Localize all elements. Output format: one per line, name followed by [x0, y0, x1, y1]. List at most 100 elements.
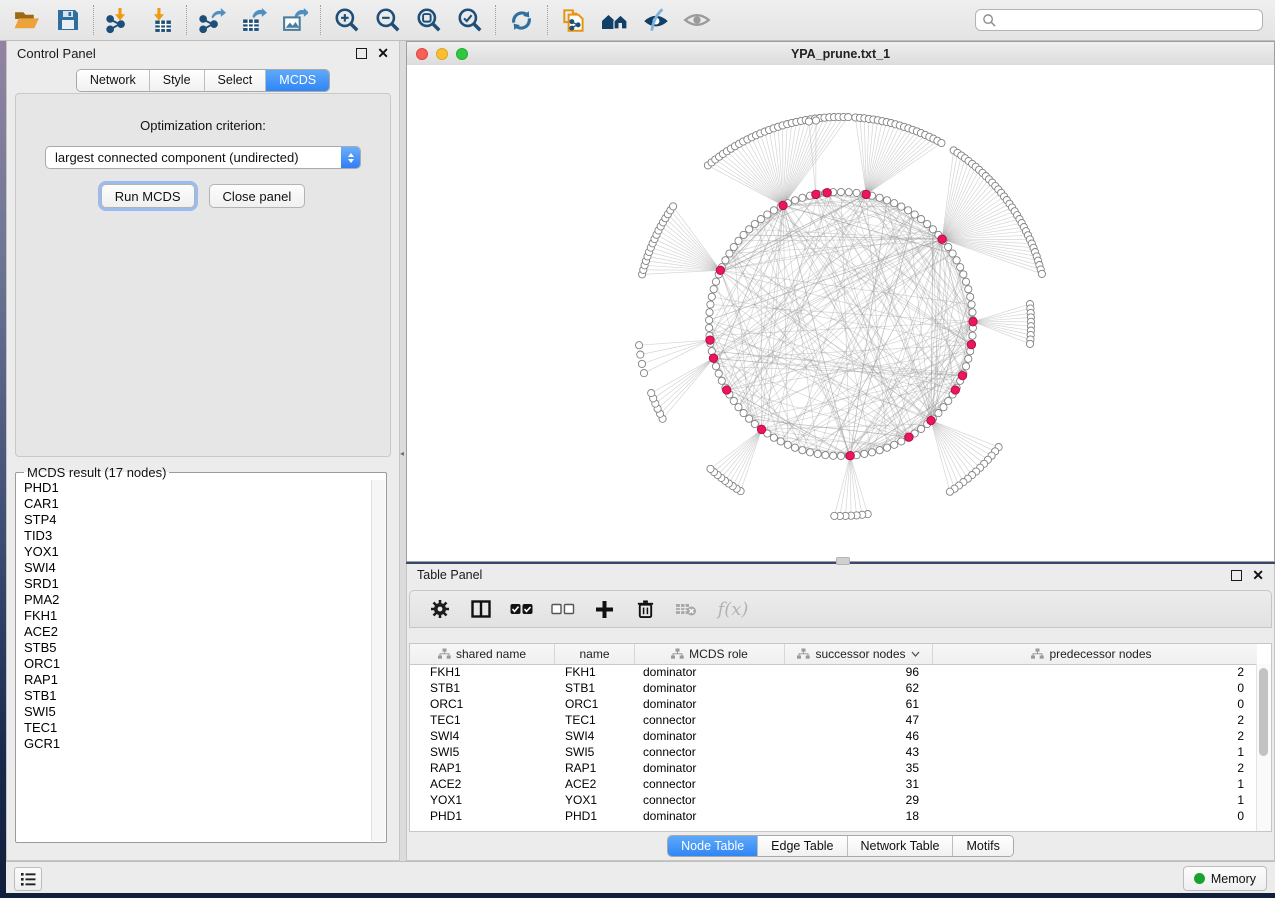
result-node-item[interactable]: STP4: [17, 512, 372, 528]
network-node[interactable]: [791, 444, 798, 451]
result-node-item[interactable]: SWI5: [17, 704, 372, 720]
network-node[interactable]: [891, 441, 898, 448]
table-row[interactable]: RAP1RAP1dominator352: [410, 760, 1257, 776]
select-all-columns-button[interactable]: [510, 597, 534, 621]
table-row[interactable]: ACE2ACE2connector311: [410, 776, 1257, 792]
result-node-item[interactable]: SWI4: [17, 560, 372, 576]
network-node[interactable]: [969, 309, 976, 316]
network-node[interactable]: [830, 452, 837, 459]
close-panel-button[interactable]: Close panel: [209, 184, 306, 208]
network-leaf-node[interactable]: [805, 118, 812, 125]
network-node[interactable]: [706, 324, 713, 331]
network-hub-node[interactable]: [716, 266, 724, 274]
network-hub-node[interactable]: [823, 189, 831, 197]
network-leaf-node[interactable]: [1026, 340, 1033, 347]
create-column-button[interactable]: [592, 597, 616, 621]
network-hub-node[interactable]: [779, 201, 787, 209]
network-leaf-node[interactable]: [1038, 270, 1045, 277]
network-node[interactable]: [949, 250, 956, 257]
network-graph[interactable]: [407, 65, 1274, 559]
network-hub-node[interactable]: [951, 386, 959, 394]
network-node[interactable]: [814, 450, 821, 457]
network-node[interactable]: [911, 211, 918, 218]
network-node[interactable]: [708, 293, 715, 300]
network-node[interactable]: [935, 410, 942, 417]
table-row[interactable]: PHD1PHD1dominator180: [410, 808, 1257, 824]
zoom-out-button[interactable]: [367, 3, 408, 37]
import-table-button[interactable]: [140, 3, 181, 37]
network-leaf-node[interactable]: [812, 117, 819, 124]
zoom-fit-button[interactable]: [408, 3, 449, 37]
network-node[interactable]: [715, 370, 722, 377]
network-node[interactable]: [735, 404, 742, 411]
network-hub-node[interactable]: [969, 318, 977, 326]
task-history-button[interactable]: [14, 867, 42, 891]
network-node[interactable]: [960, 271, 967, 278]
network-node[interactable]: [707, 301, 714, 308]
network-node[interactable]: [891, 200, 898, 207]
zoom-selected-button[interactable]: [449, 3, 490, 37]
table-settings-button[interactable]: [428, 597, 452, 621]
network-node[interactable]: [965, 355, 972, 362]
tab-select[interactable]: Select: [204, 70, 266, 91]
network-node[interactable]: [868, 449, 875, 456]
network-node[interactable]: [784, 441, 791, 448]
network-node[interactable]: [924, 220, 931, 227]
deselect-all-columns-button[interactable]: [551, 597, 575, 621]
network-node[interactable]: [965, 286, 972, 293]
network-node[interactable]: [740, 410, 747, 417]
network-node[interactable]: [730, 243, 737, 250]
table-scrollbar-thumb[interactable]: [1259, 668, 1268, 756]
search-input[interactable]: [997, 12, 1262, 28]
show-all-button[interactable]: [676, 3, 717, 37]
network-node[interactable]: [853, 189, 860, 196]
network-leaf-node[interactable]: [638, 360, 645, 367]
close-table-panel-icon[interactable]: ✕: [1252, 570, 1264, 581]
result-node-item[interactable]: STB1: [17, 688, 372, 704]
network-node[interactable]: [898, 203, 905, 210]
horizontal-splitter-handle[interactable]: [836, 557, 850, 565]
network-node[interactable]: [861, 450, 868, 457]
result-node-item[interactable]: FKH1: [17, 608, 372, 624]
network-leaf-node[interactable]: [938, 139, 945, 146]
network-node[interactable]: [710, 286, 717, 293]
column-header-shared-name[interactable]: shared name: [410, 644, 555, 664]
network-node[interactable]: [968, 301, 975, 308]
network-node[interactable]: [918, 216, 925, 223]
tab-mcds[interactable]: MCDS: [265, 70, 329, 91]
hide-selected-button[interactable]: [635, 3, 676, 37]
network-node[interactable]: [712, 363, 719, 370]
table-row[interactable]: ORC1ORC1dominator610: [410, 696, 1257, 712]
function-builder-button[interactable]: f(x): [715, 597, 751, 621]
export-image-button[interactable]: [274, 3, 315, 37]
network-leaf-node[interactable]: [946, 488, 953, 495]
network-node[interactable]: [757, 216, 764, 223]
tab-style[interactable]: Style: [149, 70, 204, 91]
column-header-successor-nodes[interactable]: successor nodes: [785, 644, 933, 664]
network-leaf-node[interactable]: [637, 351, 644, 358]
show-column-panel-button[interactable]: [469, 597, 493, 621]
network-leaf-node[interactable]: [670, 203, 677, 210]
network-node[interactable]: [726, 250, 733, 257]
network-node[interactable]: [791, 197, 798, 204]
network-hub-node[interactable]: [862, 190, 870, 198]
result-node-item[interactable]: ACE2: [17, 624, 372, 640]
tab-network[interactable]: Network: [77, 70, 149, 91]
table-row[interactable]: YOX1YOX1connector291: [410, 792, 1257, 808]
network-node[interactable]: [962, 278, 969, 285]
network-node[interactable]: [770, 207, 777, 214]
network-node[interactable]: [746, 415, 753, 422]
float-table-panel-icon[interactable]: [1231, 570, 1242, 581]
memory-button[interactable]: Memory: [1183, 866, 1267, 891]
network-node[interactable]: [905, 207, 912, 214]
mcds-result-list[interactable]: PHD1CAR1STP4TID3YOX1SWI4SRD1PMA2FKH1ACE2…: [17, 480, 372, 841]
network-node[interactable]: [806, 449, 813, 456]
result-node-item[interactable]: TEC1: [17, 720, 372, 736]
result-node-item[interactable]: YOX1: [17, 544, 372, 560]
network-leaf-node[interactable]: [640, 370, 647, 377]
network-node[interactable]: [764, 211, 771, 218]
result-node-item[interactable]: PMA2: [17, 592, 372, 608]
export-network-button[interactable]: [192, 3, 233, 37]
network-hub-node[interactable]: [905, 433, 913, 441]
network-hub-node[interactable]: [938, 235, 946, 243]
